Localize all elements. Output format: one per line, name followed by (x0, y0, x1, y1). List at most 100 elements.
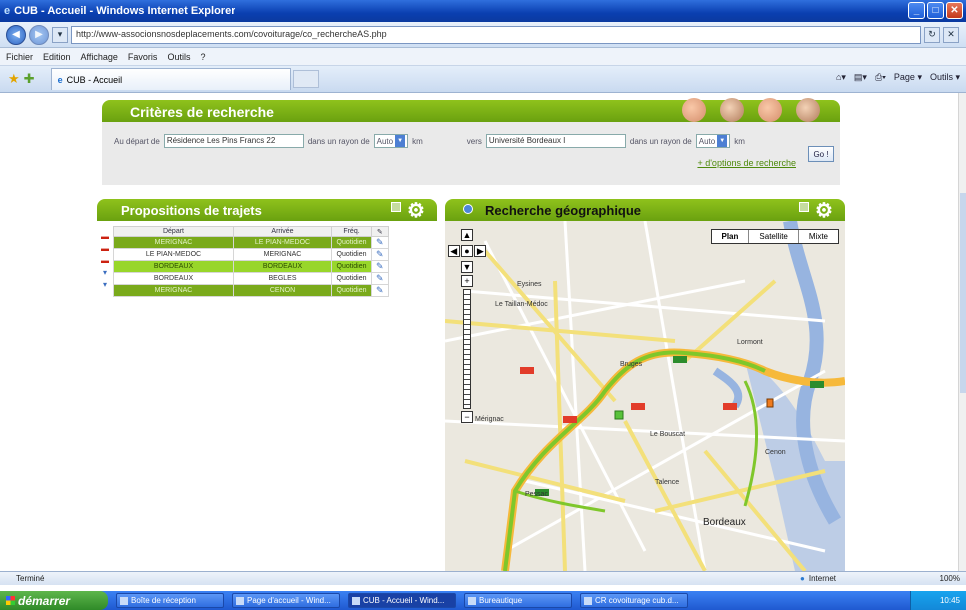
map-label: Lormont (737, 339, 763, 346)
refresh-icon[interactable]: ↻ (924, 26, 940, 43)
system-tray: 10:45 (910, 591, 966, 610)
propositions-panel: Propositions de trajets ⚙ ▬ ▬ ▬ ▾ ▾ Dépa… (97, 199, 437, 429)
menu-outils[interactable]: Outils (167, 52, 190, 62)
edit-icon[interactable]: ✎ (371, 248, 389, 261)
cell-from: BORDEAUX (113, 260, 234, 273)
feeds-icon[interactable]: ▤▾ (854, 72, 867, 83)
from-radius-select[interactable]: Auto ▼ (373, 134, 409, 148)
print-icon[interactable]: ⎙▾ (875, 72, 886, 83)
search-criteria-panel: Critères de recherche Au départ de Résid… (102, 98, 840, 185)
ie-icon: e (4, 5, 11, 17)
start-button[interactable]: démarrer (0, 591, 108, 610)
pan-right-button[interactable]: ▶ (474, 245, 487, 257)
zoom-out-button[interactable]: − (461, 411, 473, 423)
to-label: vers (466, 136, 482, 146)
collapse-icon[interactable] (799, 202, 809, 212)
from-label: Au départ de (114, 136, 160, 146)
edit-icon[interactable]: ✎ (371, 260, 389, 273)
vertical-scrollbar[interactable] (958, 93, 966, 571)
cell-from: MERIGNAC (113, 284, 234, 297)
favorites-star-icon[interactable]: ★ (8, 71, 20, 87)
map-type-satellite[interactable]: Satellite (748, 230, 797, 243)
to-input[interactable]: Université Bordeaux I (485, 134, 626, 148)
col-arrivee[interactable]: Arrivée (233, 226, 332, 237)
more-options-link[interactable]: + d'options de recherche (697, 158, 796, 168)
go-button[interactable]: Go ! (808, 146, 834, 162)
globe-icon: ● (800, 574, 805, 583)
menu-edition[interactable]: Edition (43, 52, 71, 62)
table-row[interactable]: LE PIAN-MEDOC MERIGNAC Quotidien ✎ (113, 248, 389, 261)
new-tab-button[interactable] (292, 70, 319, 88)
radius-label: dans un rayon de (307, 136, 370, 146)
info-icon[interactable]: ▾ (99, 268, 111, 277)
forward-button[interactable]: ▶ (29, 24, 49, 45)
taskbar-item[interactable]: Bureautique (464, 593, 572, 608)
pan-down-button[interactable]: ▼ (461, 261, 473, 273)
command-bar: ⌂▾ ▤▾ ⎙▾ Page ▾ Outils ▾ (836, 72, 960, 83)
clock: 10:45 (939, 596, 960, 605)
table-row[interactable]: BORDEAUX BEGLES Quotidien ✎ (113, 272, 389, 285)
to-km-label: km (734, 136, 745, 146)
menu-help[interactable]: ? (200, 52, 205, 62)
map-type-mixte[interactable]: Mixte (797, 230, 838, 243)
taskbar-item[interactable]: Boîte de réception (116, 593, 224, 608)
menu-favoris[interactable]: Favoris (128, 52, 158, 62)
taskbar-item[interactable]: CR covoiturage cub.d... (580, 593, 688, 608)
to-radius-select[interactable]: Auto ▼ (695, 134, 731, 148)
zoom-slider[interactable] (463, 289, 471, 409)
add-favorites-icon[interactable]: ✚ (24, 71, 35, 87)
tools-menu[interactable]: Outils ▾ (930, 72, 960, 83)
cell-freq: Quotidien (331, 284, 372, 297)
history-dropdown-icon[interactable]: ▾ (52, 26, 68, 43)
cell-from: LE PIAN-MEDOC (113, 248, 234, 261)
col-depart[interactable]: Départ (113, 226, 234, 237)
edit-icon[interactable]: ✎ (371, 284, 389, 297)
table-row[interactable]: MERIGNAC CENON Quotidien ✎ (113, 284, 389, 297)
info-icon[interactable]: ▾ (99, 280, 111, 289)
tab-label: CUB - Accueil (66, 74, 123, 85)
collapse-icon[interactable] (391, 202, 401, 212)
menu-affichage[interactable]: Affichage (81, 52, 118, 62)
pan-left-button[interactable]: ◀ (447, 245, 460, 257)
remove-icon[interactable]: ▬ (99, 244, 111, 253)
internet-zone: ● Internet (800, 574, 836, 583)
map-type-switcher: Plan Satellite Mixte (710, 229, 839, 244)
url-field[interactable]: http://www-associonsnosdeplacements.com/… (71, 25, 921, 44)
page-menu[interactable]: Page ▾ (894, 72, 922, 83)
pan-center-button[interactable]: ● (460, 245, 473, 257)
map-label: Eysines (517, 281, 542, 288)
close-button[interactable]: ✕ (946, 2, 963, 19)
map-type-plan[interactable]: Plan (712, 230, 749, 243)
gear-icon[interactable]: ⚙ (813, 199, 835, 222)
from-input[interactable]: Résidence Les Pins Francs 22 (163, 134, 304, 148)
gear-icon[interactable]: ⚙ (405, 199, 427, 222)
edit-icon[interactable]: ✎ (371, 272, 389, 285)
map-roads (445, 221, 845, 571)
remove-icon[interactable]: ▬ (99, 256, 111, 265)
zoom-level[interactable]: 100% (940, 574, 960, 583)
map-label: Le Taillan-Médoc (495, 301, 548, 308)
table-row[interactable]: MERIGNAC LE PIAN-MEDOC Quotidien ✎ (113, 236, 389, 249)
col-freq[interactable]: Fréq. (331, 226, 372, 237)
stop-icon[interactable]: ✕ (943, 26, 959, 43)
taskbar-item-active[interactable]: CUB - Accueil - Wind... (348, 593, 456, 608)
taskbar-item[interactable]: Page d'accueil - Wind... (232, 593, 340, 608)
zoom-in-button[interactable]: + (461, 275, 473, 287)
propositions-header: Propositions de trajets ⚙ (97, 199, 437, 222)
minimize-button[interactable]: _ (908, 2, 925, 19)
maximize-button[interactable]: □ (927, 2, 944, 19)
pan-up-button[interactable]: ▲ (461, 229, 473, 241)
menu-fichier[interactable]: Fichier (6, 52, 33, 62)
home-icon[interactable]: ⌂▾ (836, 72, 846, 83)
taskbar: démarrer Boîte de réception Page d'accue… (0, 591, 966, 610)
address-bar: ◀ ▶ ▾ http://www-associonsnosdeplacement… (0, 22, 966, 48)
tab-cub-accueil[interactable]: e CUB - Accueil (50, 68, 291, 90)
zoom-control: ▲ ◀ ● ▶ ▼ + − (447, 227, 487, 425)
edit-icon[interactable]: ✎ (371, 236, 389, 249)
back-button[interactable]: ◀ (6, 24, 26, 45)
map-canvas[interactable]: Le Taillan-Médoc Bordeaux Bruges Mérigna… (445, 221, 845, 571)
table-row[interactable]: BORDEAUX BORDEAUX Quotidien ✎ (113, 260, 389, 273)
map-label: Talence (655, 479, 680, 486)
globe-icon (463, 204, 473, 214)
remove-icon[interactable]: ▬ (99, 232, 111, 241)
